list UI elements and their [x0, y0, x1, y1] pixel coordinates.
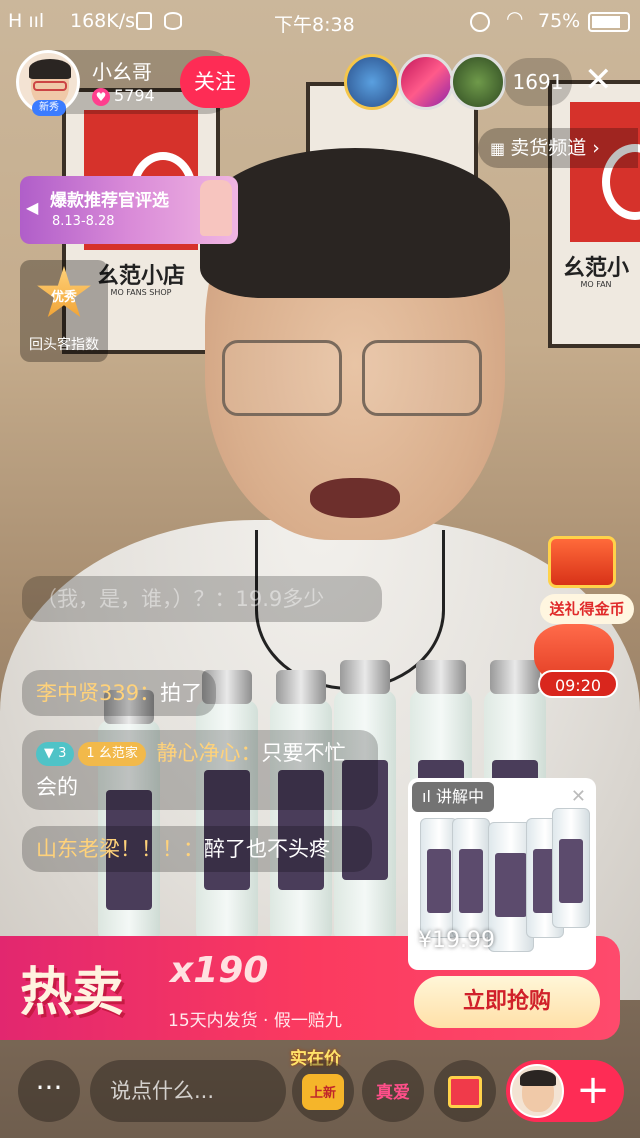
comment-input[interactable]: 说点什么...	[90, 1060, 286, 1122]
chevron-right-icon: ›	[586, 137, 600, 159]
sales-channel-button[interactable]: ▦ 卖货频道 ›	[478, 128, 638, 168]
event-title: 爆款推荐官评选	[50, 191, 169, 211]
database-icon	[164, 12, 182, 30]
host-glasses	[222, 340, 492, 420]
network-speed: 168K/s	[70, 10, 136, 32]
diamond-icon: ▼	[44, 746, 59, 761]
product-thumb-bottle	[552, 808, 590, 928]
chat-message: 山东老梁！！！：醉了也不头疼	[22, 826, 372, 872]
product-card[interactable]: ıl 讲解中 ✕ ¥19.99	[408, 778, 596, 970]
viewer-avatar[interactable]	[450, 54, 506, 110]
backdrop-panel-right: 幺范小 MO FAN	[548, 80, 640, 348]
viewer-count[interactable]: 1691	[504, 58, 572, 106]
backdrop-shop-name-right: 幺范小	[562, 256, 629, 281]
new-arrivals-button[interactable]: 上新	[292, 1060, 354, 1122]
viewer-avatar[interactable]	[398, 54, 454, 110]
sim-icon	[136, 12, 152, 30]
chat-message: ▼ 31 幺范家 静心净心：只要不忙会的	[22, 730, 378, 810]
host-info[interactable]: 新秀 小幺哥 ♥ 5794 关注	[16, 50, 250, 116]
returning-customer-badge[interactable]: 优秀 回头客指数	[20, 260, 108, 362]
chat-message: （我，是，谁，）？：19.9多少	[22, 576, 382, 622]
event-banner[interactable]: ◀ 爆款推荐官评选 8.13-8.28	[20, 176, 238, 244]
gift-coin-widget[interactable]: 送礼得金币 09:20	[526, 536, 634, 698]
new-label: 上新	[309, 1086, 336, 1101]
true-love-button[interactable]: 真爱	[362, 1060, 424, 1122]
status-bar: H ııl 168K/s 下午8:38 ◠ 75%	[0, 0, 640, 44]
gift-button[interactable]	[434, 1060, 496, 1122]
gift-box-icon	[448, 1076, 482, 1108]
viewer-avatar[interactable]	[344, 54, 400, 110]
alarm-icon	[470, 12, 490, 32]
clock-time: 下午8:38	[274, 14, 355, 36]
host-name: 小幺哥	[92, 60, 152, 84]
product-price: ¥19.99	[418, 928, 495, 953]
dress-icon	[200, 180, 232, 236]
backdrop-shop-en-right: MO FAN	[580, 280, 612, 289]
battery-percent: 75%	[538, 10, 581, 32]
cart-fab[interactable]: +	[506, 1060, 624, 1122]
hot-sale-count: x190	[170, 950, 269, 991]
treasure-chest-icon	[548, 536, 616, 588]
chat-message: 李中贤339：拍了	[22, 670, 217, 716]
grid-icon: ▦	[490, 139, 511, 158]
host-mini-avatar	[510, 1064, 564, 1118]
battery-icon	[588, 12, 630, 32]
wifi-icon: ◠	[506, 6, 524, 30]
badge-label: 回头客指数	[29, 337, 99, 353]
love-label: 真爱	[376, 1083, 410, 1103]
newcomer-badge: 新秀	[32, 100, 66, 116]
close-card-icon[interactable]: ✕	[571, 786, 586, 807]
product-thumb-bottle	[452, 818, 490, 938]
star-icon: 优秀	[37, 266, 91, 317]
fan-club-badge: 1 幺范家	[78, 742, 146, 766]
buy-now-button[interactable]: 立即抢购	[414, 976, 600, 1028]
plus-icon: +	[576, 1067, 610, 1113]
host-likes: ♥ 5794	[92, 86, 155, 106]
signal-indicator: H ııl	[8, 10, 45, 32]
hot-sale-title: 热卖	[20, 963, 125, 1023]
follow-button[interactable]: 关注	[180, 56, 250, 108]
event-dates: 8.13-8.28	[52, 214, 115, 229]
host-mouth	[310, 478, 400, 518]
user-level-badge: ▼ 3	[36, 742, 75, 766]
gift-label: 送礼得金币	[540, 594, 634, 624]
hot-sale-subtitle: 15天内发货 · 假一赔九	[168, 1011, 342, 1031]
explaining-tag: ıl 讲解中	[412, 782, 494, 812]
host-hair	[200, 148, 510, 298]
heart-icon: ♥	[92, 88, 110, 106]
bars-icon: ıl	[422, 787, 436, 806]
caret-left-icon: ◀	[26, 198, 39, 217]
product-bottle	[334, 660, 396, 940]
more-button[interactable]: ···	[18, 1060, 80, 1122]
close-icon[interactable]: ✕	[584, 60, 613, 100]
gift-timer: 09:20	[538, 670, 618, 698]
